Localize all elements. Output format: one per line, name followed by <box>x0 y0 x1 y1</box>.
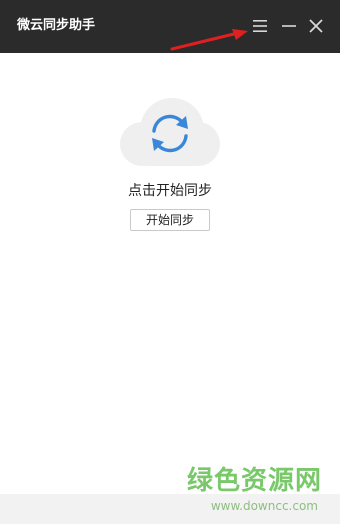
close-icon <box>309 19 323 33</box>
annotation-arrow-icon <box>170 29 248 51</box>
minimize-button[interactable] <box>276 13 302 39</box>
menu-icon <box>253 20 267 32</box>
minimize-icon <box>282 25 296 27</box>
watermark-url: www.downcc.com <box>210 499 318 513</box>
start-sync-button[interactable]: 开始同步 <box>130 209 210 231</box>
app-title: 微云同步助手 <box>17 18 96 33</box>
title-bar: 微云同步助手 <box>0 0 340 53</box>
close-button[interactable] <box>303 13 329 39</box>
sync-prompt: 点击开始同步 <box>128 183 212 199</box>
watermark-logo: 绿色资源网 <box>186 466 322 496</box>
sync-cloud-icon <box>120 98 220 166</box>
